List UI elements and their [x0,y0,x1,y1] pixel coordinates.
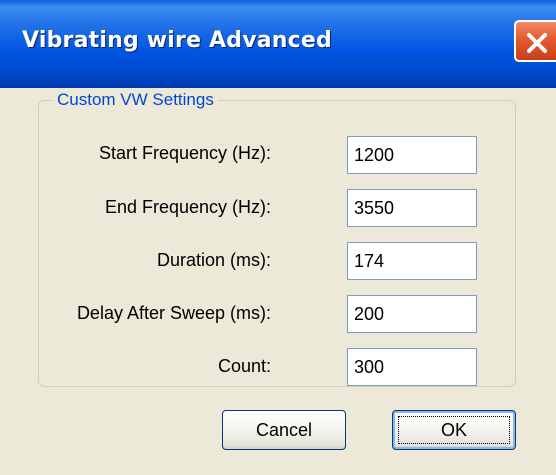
delay-after-sweep-input[interactable] [347,295,477,333]
start-frequency-input[interactable] [347,136,477,174]
dialog-body: Custom VW Settings Start Frequency (Hz):… [0,88,556,475]
title-bar[interactable]: Vibrating wire Advanced [0,0,556,88]
end-frequency-label: End Frequency (Hz): [104,197,271,217]
duration-input[interactable] [347,242,477,280]
end-frequency-input[interactable] [347,189,477,227]
group-legend: Custom VW Settings [53,90,218,110]
window-title: Vibrating wire Advanced [22,28,332,53]
start-frequency-label: Start Frequency (Hz): [98,143,271,163]
close-button[interactable] [514,20,556,62]
cancel-button-label: Cancel [255,419,313,440]
duration-label: Duration (ms): [156,250,271,270]
count-input[interactable] [347,348,477,386]
count-label: Count: [217,356,271,376]
dialog-window: Vibrating wire Advanced Custom VW Settin… [0,0,556,475]
custom-vw-settings-group: Custom VW Settings Start Frequency (Hz):… [38,90,516,387]
ok-button[interactable]: OK [392,410,516,450]
delay-after-sweep-label: Delay After Sweep (ms): [76,303,271,323]
cancel-button[interactable]: Cancel [222,410,346,450]
focus-rectangle [398,416,510,444]
